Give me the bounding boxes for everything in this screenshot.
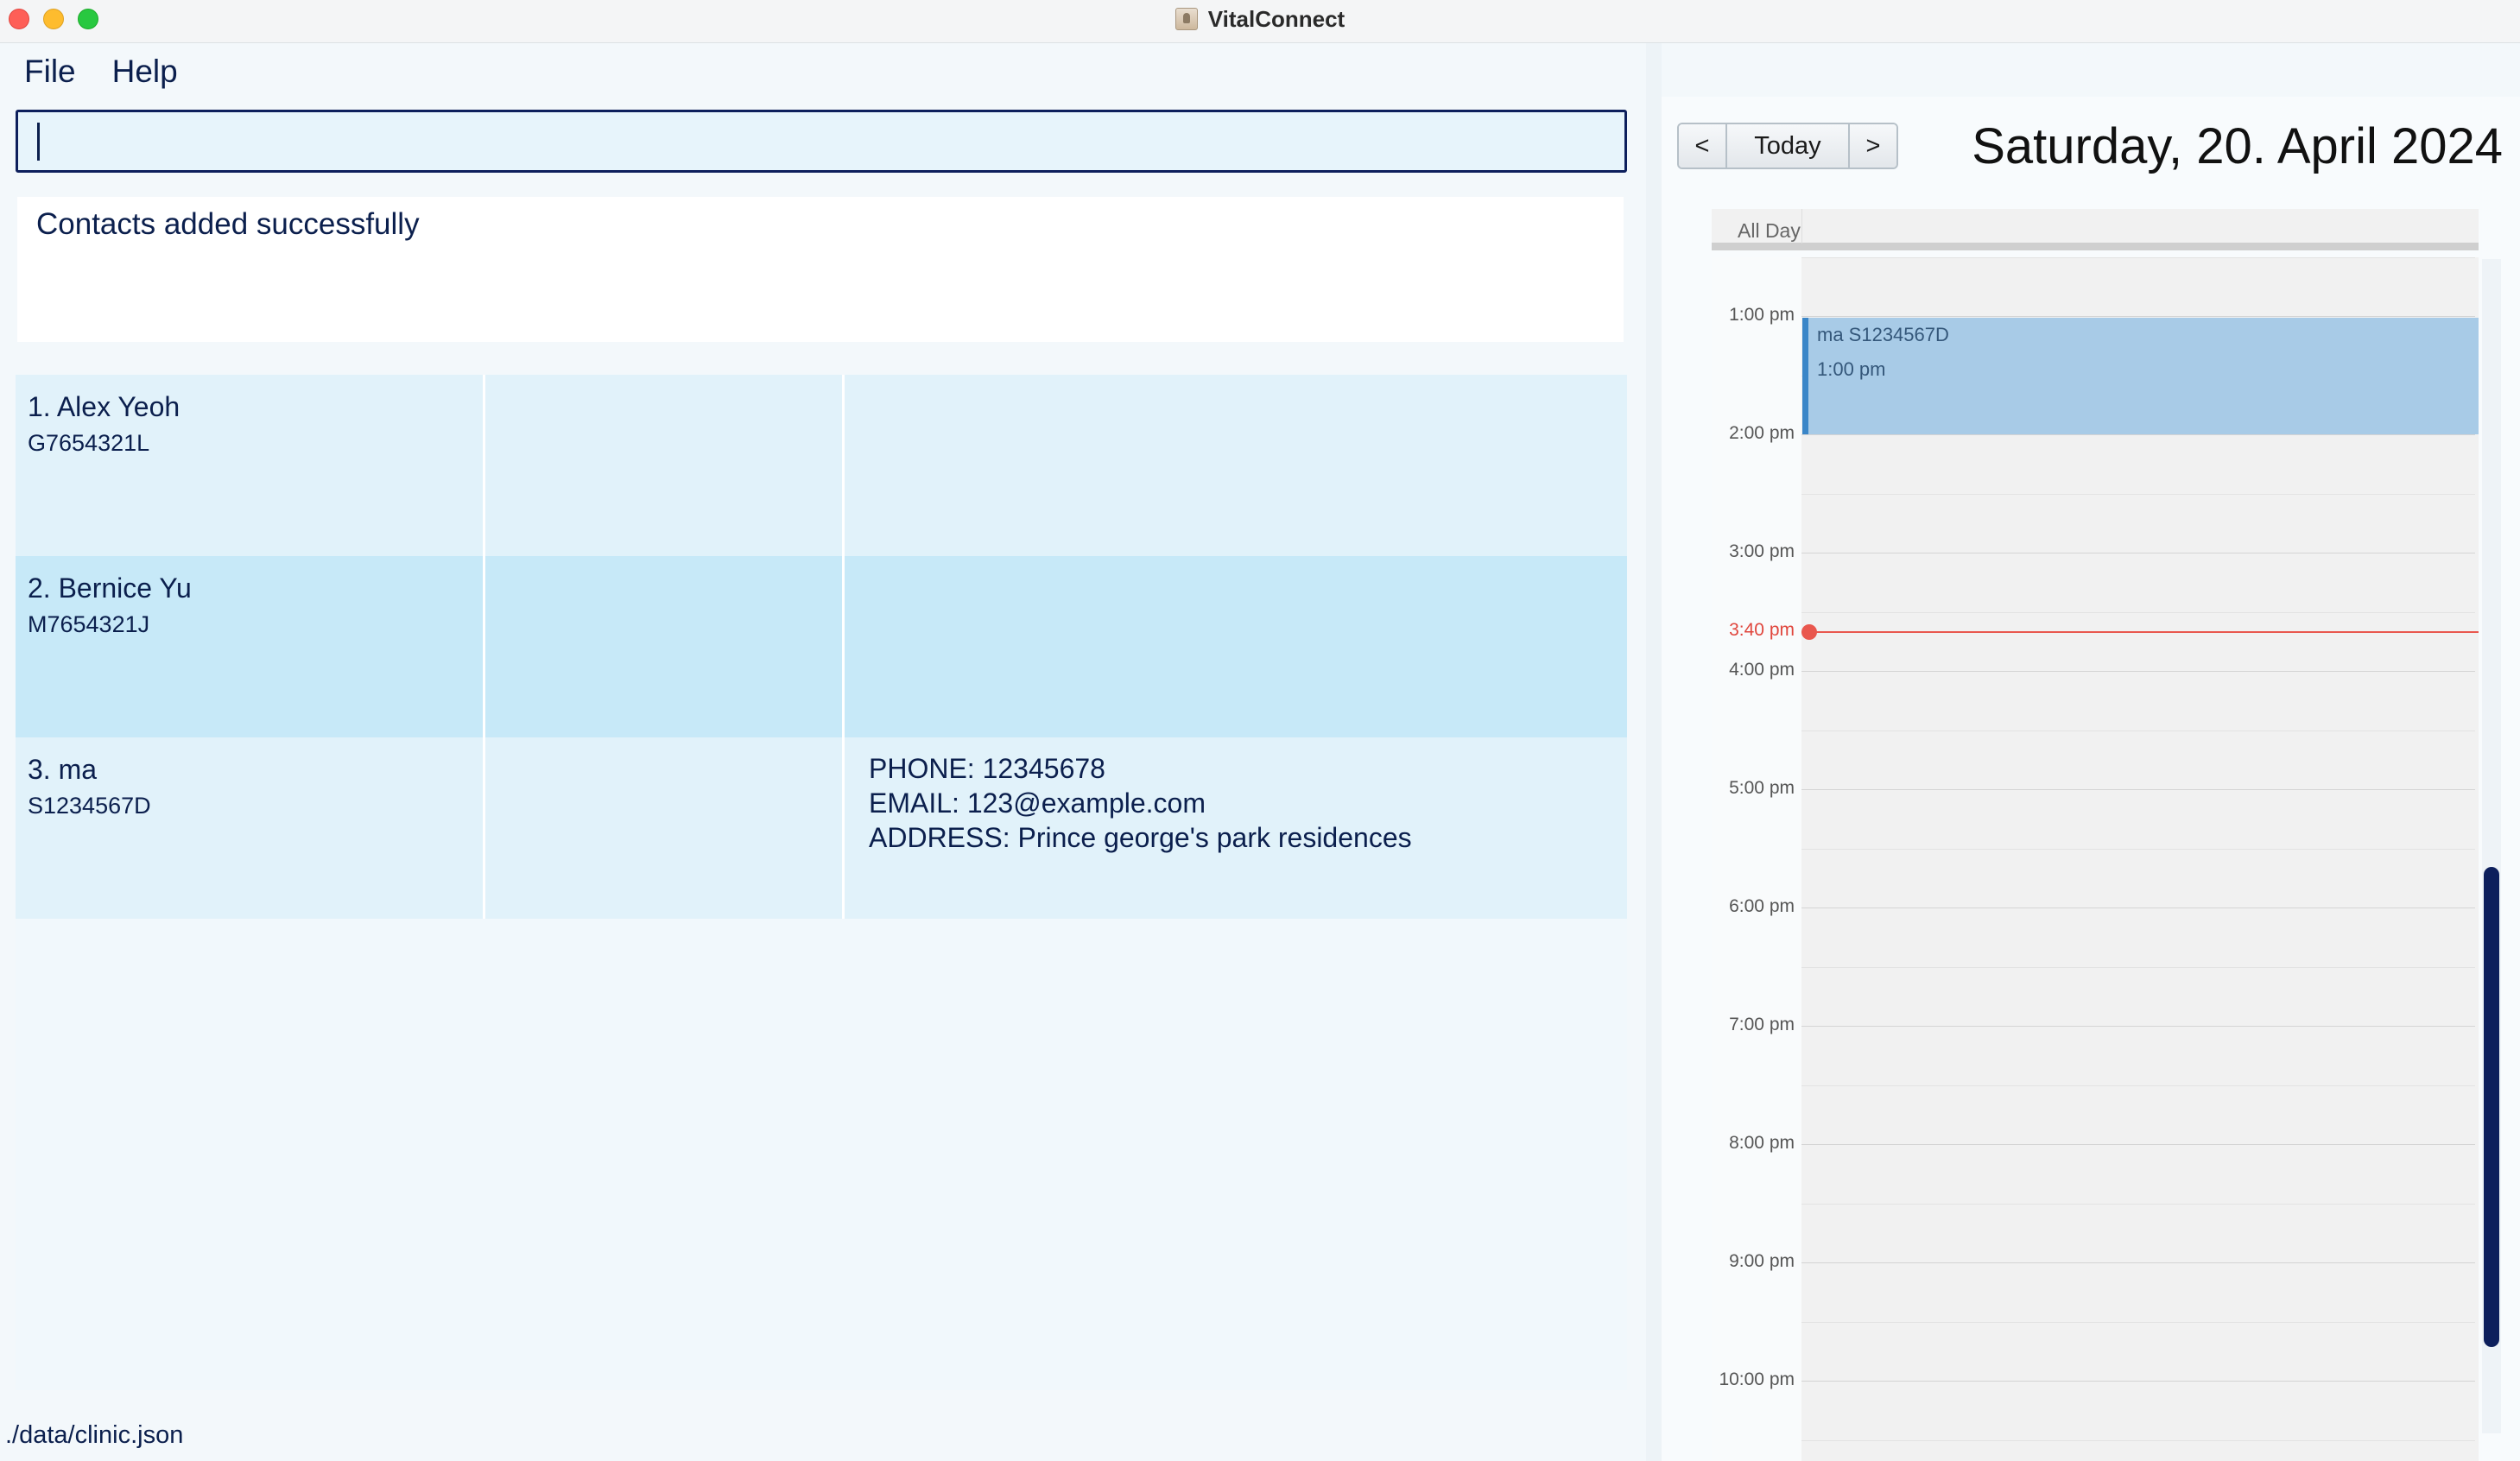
hour-label: 9:00 pm [1729,1251,1795,1271]
command-input[interactable] [18,112,1624,170]
window-title-group: VitalConnect [0,0,2520,38]
text-caret [37,123,40,161]
current-time-label: 3:40 pm [1729,620,1795,640]
contact-middle-cell [485,556,845,737]
hour-label: 10:00 pm [1719,1369,1795,1389]
event-title: ma S1234567D [1817,324,1949,345]
half-hour-line [1801,493,2475,495]
save-file-path: ./data/clinic.json [5,1421,184,1449]
contact-row-1[interactable]: 1. Alex Yeoh G7654321L [16,375,1627,556]
hour-label: 1:00 pm [1729,305,1795,325]
half-hour-line [1801,611,2475,613]
contact-name-cell: 2. Bernice Yu M7654321J [16,556,485,737]
contact-address: ADDRESS: Prince george's park residences [869,822,1412,853]
split-pane-divider[interactable] [1646,43,1662,1461]
half-hour-line [1801,966,2475,968]
menu-bar: File Help [0,45,190,97]
contact-phone: PHONE: 12345678 [869,753,1105,784]
day-column[interactable] [1801,257,2479,1461]
half-hour-line [1801,730,2475,731]
calendar-nav-group: < Today > [1677,123,1898,169]
status-bar: ./data/clinic.json [0,1413,1658,1461]
contact-row-2[interactable]: 2. Bernice Yu M7654321J [16,556,1627,737]
hour-line [1801,789,2475,790]
hour-line [1801,671,2475,672]
half-hour-line [1801,1203,2475,1205]
day-view-grid[interactable]: 1:00 pm 2:00 pm 3:00 pm 4:00 pm 5:00 pm 6:00 … [1712,257,2479,1461]
hour-label: 8:00 pm [1729,1133,1795,1153]
contact-nric: M7654321J [28,611,150,637]
hour-label: 3:00 pm [1729,541,1795,561]
current-time-dot [1801,624,1817,640]
hour-label: 4:00 pm [1729,660,1795,680]
contact-list-panel[interactable]: 1. Alex Yeoh G7654321L 2. Bernice Yu M76… [16,375,1627,1390]
hour-label: 5:00 pm [1729,778,1795,798]
calendar-panel: < Today > Saturday, 20. April 2024 All D… [1662,97,2520,1461]
half-hour-line [1801,1439,2475,1441]
current-time-line [1801,631,2479,633]
contact-email: EMAIL: 123@example.com [869,787,1206,819]
contact-middle-cell [485,375,845,556]
menu-help[interactable]: Help [88,45,190,97]
command-box [16,110,1627,173]
half-hour-line [1801,1085,2475,1086]
contact-info-cell: PHONE: 12345678 EMAIL: 123@example.com A… [845,737,1627,919]
all-day-label: All Day [1738,219,1801,242]
hour-line [1801,434,2475,435]
next-day-button[interactable]: > [1850,124,1896,168]
calendar-date-title: Saturday, 20. April 2024 [1972,118,2503,174]
menu-file[interactable]: File [0,45,88,97]
contact-name: 1. Alex Yeoh [28,391,180,422]
hour-line [1801,1144,2475,1145]
contact-middle-cell [485,737,845,919]
hour-line [1801,1381,2475,1382]
contact-row-3[interactable]: 3. ma S1234567D PHONE: 12345678 EMAIL: 1… [16,737,1627,919]
calendar-scrollbar-thumb[interactable] [2484,867,2499,1347]
today-button[interactable]: Today [1725,124,1850,168]
event-time: 1:00 pm [1817,358,1886,380]
contact-name: 3. ma [28,754,98,785]
result-display: Contacts added successfully [17,197,1624,342]
title-bar: VitalConnect [0,0,2520,43]
previous-day-button[interactable]: < [1679,124,1725,168]
contact-name-cell: 1. Alex Yeoh G7654321L [16,375,485,556]
half-hour-line [1801,848,2475,850]
calendar-event[interactable]: ma S1234567D 1:00 pm [1802,318,2479,434]
all-day-row[interactable]: All Day [1712,209,2479,250]
all-day-separator [1801,209,1802,244]
hour-line [1801,1026,2475,1027]
app-icon [1175,8,1198,30]
contact-name-cell: 3. ma S1234567D [16,737,485,919]
hour-line [1801,316,2475,317]
half-hour-line [1801,257,2475,258]
contact-info-cell [845,556,1627,737]
contact-name: 2. Bernice Yu [28,572,192,604]
contact-nric: G7654321L [28,430,150,456]
half-hour-line [1801,1321,2475,1323]
contact-info-cell [845,375,1627,556]
hour-label: 6:00 pm [1729,896,1795,916]
result-message: Contacts added successfully [36,207,420,241]
window-title: VitalConnect [1207,5,1345,32]
hour-line [1801,1262,2475,1263]
hour-label: 7:00 pm [1729,1015,1795,1034]
hour-label: 2:00 pm [1729,423,1795,443]
contact-nric: S1234567D [28,793,151,819]
